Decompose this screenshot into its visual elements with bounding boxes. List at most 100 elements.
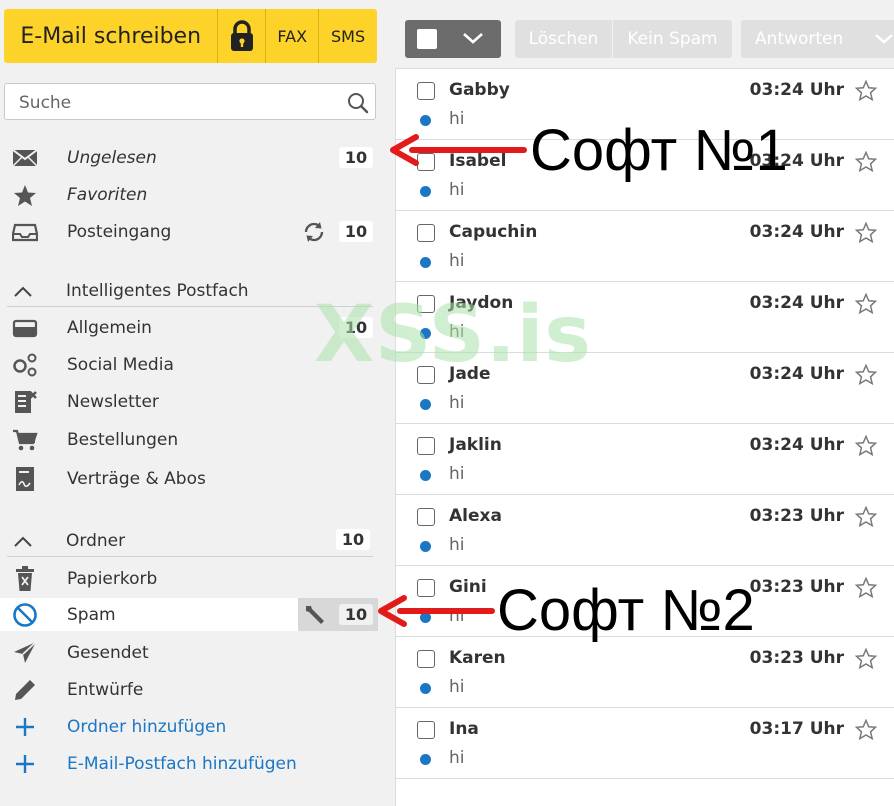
search-icon[interactable] <box>347 92 369 114</box>
mail-row[interactable]: Jade 03:24 Uhr hi <box>396 353 894 424</box>
mail-checkbox[interactable] <box>417 721 435 739</box>
mail-row[interactable]: Jaklin 03:24 Uhr hi <box>396 424 894 495</box>
mail-subject: hi <box>449 535 465 555</box>
sms-button[interactable]: SMS <box>319 9 377 63</box>
mail-time: 03:23 Uhr <box>749 648 844 668</box>
add-mailbox-link[interactable]: E-Mail-Postfach hinzufügen <box>0 747 378 780</box>
chevron-up-icon <box>14 536 32 547</box>
sidebar-item-label: Newsletter <box>67 392 159 412</box>
social-icon <box>12 353 38 377</box>
spam-tools: 10 <box>298 598 378 631</box>
mail-checkbox[interactable] <box>417 82 435 100</box>
mail-row[interactable]: Alexa 03:23 Uhr hi <box>396 495 894 566</box>
inbox-count-badge: 10 <box>339 221 373 242</box>
refresh-icon[interactable] <box>302 220 326 244</box>
pencil-icon <box>12 678 38 702</box>
mail-time: 03:24 Uhr <box>749 222 844 242</box>
mail-checkbox[interactable] <box>417 224 435 242</box>
select-all-dropdown[interactable] <box>405 20 501 58</box>
add-folder-link[interactable]: Ordner hinzufügen <box>0 710 378 743</box>
section-header-smart-mailbox[interactable]: Intelligentes Postfach <box>7 278 373 307</box>
mail-subject: hi <box>449 251 465 271</box>
sidebar-item-favorites[interactable]: Favoriten <box>0 178 378 211</box>
star-outline-icon[interactable] <box>855 293 877 314</box>
section-header-folders[interactable]: Ordner 10 <box>7 528 373 557</box>
unread-dot <box>420 115 431 126</box>
mail-checkbox[interactable] <box>417 295 435 313</box>
sidebar-item-label: Ungelesen <box>67 148 157 168</box>
mail-row[interactable]: Capuchin 03:24 Uhr hi <box>396 211 894 282</box>
unread-dot <box>420 186 431 197</box>
unread-dot <box>420 754 431 765</box>
sidebar-item-label: Entwürfe <box>67 680 144 700</box>
star-outline-icon[interactable] <box>855 577 877 598</box>
mail-subject: hi <box>449 677 465 697</box>
sidebar-item-sent[interactable]: Gesendet <box>0 636 378 669</box>
mail-row[interactable]: Ina 03:17 Uhr hi <box>396 708 894 779</box>
reply-button[interactable]: Antworten <box>741 20 894 58</box>
chevron-down-icon <box>463 33 483 44</box>
tray-icon <box>12 316 38 340</box>
sidebar-item-trash[interactable]: Papierkorb <box>0 562 378 595</box>
sidebar-item-unread[interactable]: Ungelesen 10 <box>0 141 378 174</box>
mail-subject: hi <box>449 748 465 768</box>
chevron-up-icon <box>14 286 32 297</box>
mail-subject: hi <box>449 464 465 484</box>
sidebar-item-general[interactable]: Allgemein 10 <box>0 311 378 344</box>
mail-time: 03:24 Uhr <box>749 293 844 313</box>
section-title: Intelligentes Postfach <box>66 281 249 301</box>
star-outline-icon[interactable] <box>855 506 877 527</box>
mail-sender: Gini <box>449 577 487 597</box>
mail-subject: hi <box>449 322 465 342</box>
red-arrow-2 <box>378 595 495 627</box>
star-outline-icon[interactable] <box>855 151 877 172</box>
mail-row[interactable]: Jaydon 03:24 Uhr hi <box>396 282 894 353</box>
star-outline-icon[interactable] <box>855 435 877 456</box>
sidebar-item-orders[interactable]: Bestellungen <box>0 423 378 456</box>
compose-toolbar: E-Mail schreiben FAX SMS <box>4 9 377 63</box>
spam-count-badge: 10 <box>339 604 373 625</box>
sidebar-item-label: Spam <box>67 605 116 625</box>
search-input[interactable] <box>17 91 341 115</box>
section-title: Ordner <box>66 531 126 551</box>
star-outline-icon[interactable] <box>855 80 877 101</box>
contract-icon <box>12 467 38 491</box>
mail-time: 03:23 Uhr <box>749 577 844 597</box>
unread-dot <box>420 541 431 552</box>
annotation-label-1: Софт №1 <box>530 118 788 183</box>
mail-checkbox[interactable] <box>417 366 435 384</box>
select-all-checkbox[interactable] <box>417 29 437 49</box>
star-outline-icon[interactable] <box>855 222 877 243</box>
star-icon <box>12 183 38 207</box>
mail-row[interactable]: Karen 03:23 Uhr hi <box>396 637 894 708</box>
sidebar-item-label: Posteingang <box>67 222 172 242</box>
wrench-icon[interactable] <box>303 604 327 626</box>
sidebar-item-contracts[interactable]: Verträge & Abos <box>0 462 378 495</box>
mail-checkbox[interactable] <box>417 437 435 455</box>
mail-sender: Jaydon <box>449 293 514 313</box>
fax-button[interactable]: FAX <box>266 9 320 63</box>
sidebar-item-newsletter[interactable]: Newsletter <box>0 385 378 418</box>
star-outline-icon[interactable] <box>855 364 877 385</box>
folders-count-badge: 10 <box>336 529 370 550</box>
sidebar-item-drafts[interactable]: Entwürfe <box>0 673 378 706</box>
secure-compose-button[interactable] <box>218 9 267 63</box>
star-outline-icon[interactable] <box>855 648 877 669</box>
mail-checkbox[interactable] <box>417 650 435 668</box>
sidebar-item-social-media[interactable]: Social Media <box>0 348 378 381</box>
sidebar-item-inbox[interactable]: Posteingang 10 <box>0 215 378 248</box>
chevron-down-icon[interactable] <box>874 32 894 45</box>
unread-dot <box>420 328 431 339</box>
mail-checkbox[interactable] <box>417 508 435 526</box>
annotation-label-2: Софт №2 <box>497 578 755 643</box>
mail-sender: Jade <box>449 364 491 384</box>
newsletter-icon <box>12 390 38 414</box>
mail-toolbar: Löschen Kein Spam Antworten <box>395 20 894 58</box>
not-spam-button[interactable]: Kein Spam <box>613 20 732 58</box>
star-outline-icon[interactable] <box>855 719 877 740</box>
compose-email-button[interactable]: E-Mail schreiben <box>4 9 219 63</box>
delete-button[interactable]: Löschen <box>515 20 612 58</box>
sidebar: E-Mail schreiben FAX SMS Ungelesen 10 <box>0 0 390 806</box>
unread-dot <box>420 399 431 410</box>
sidebar-item-spam[interactable]: Spam 10 <box>0 598 378 631</box>
